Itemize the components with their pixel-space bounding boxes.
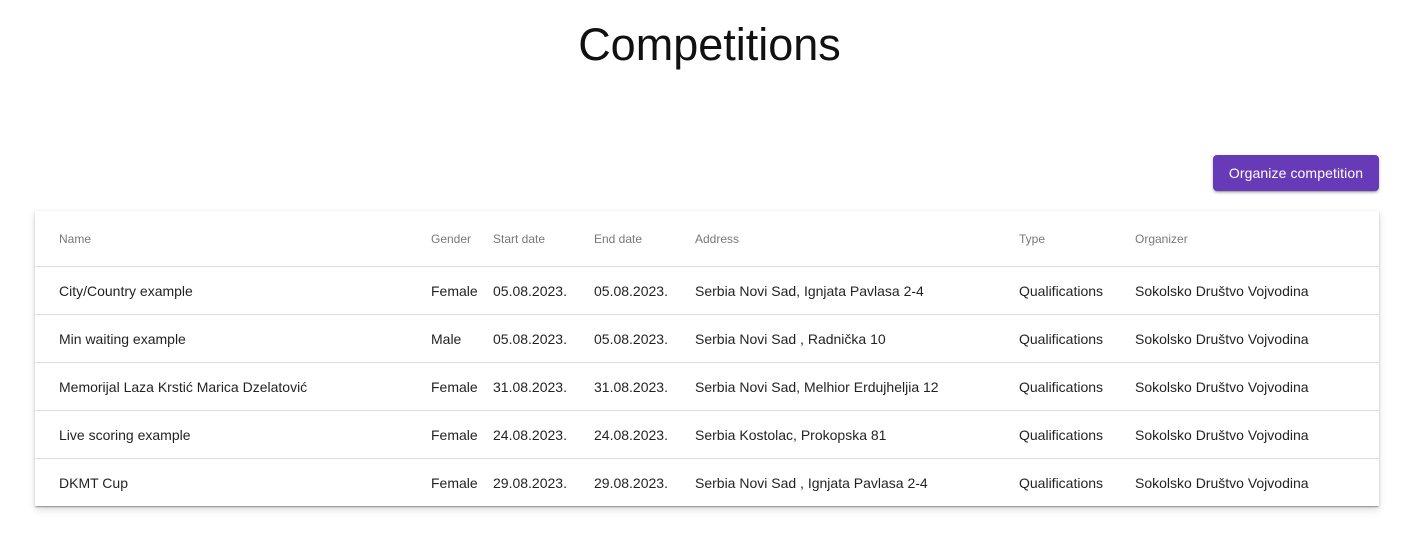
cell-end-date: 05.08.2023.	[594, 266, 695, 315]
cell-end-date: 31.08.2023.	[594, 362, 695, 411]
cell-start-date: 24.08.2023.	[493, 410, 594, 459]
cell-start-date: 31.08.2023.	[493, 362, 594, 411]
cell-type: Qualifications	[1019, 474, 1104, 491]
organize-competition-button[interactable]: Organize competition	[1213, 155, 1379, 191]
cell-address: Serbia Novi Sad , Ignjata Pavlasa 2-4	[695, 474, 928, 491]
table-row[interactable]: DKMT Cup Female 29.08.2023. 29.08.2023. …	[35, 459, 1379, 507]
cell-gender: Female	[431, 362, 493, 411]
header-start-date: Start date	[493, 211, 594, 267]
cell-end-date: 24.08.2023.	[594, 410, 695, 459]
page-title: Competitions	[578, 19, 841, 70]
cell-gender: Female	[431, 474, 478, 491]
header-end-date: End date	[594, 211, 695, 267]
cell-end-date: 29.08.2023.	[594, 474, 668, 491]
cell-organizer: Sokolsko Društvo Vojvodina	[1135, 266, 1379, 315]
cell-name: City/Country example	[35, 266, 431, 315]
cell-address: Serbia Kostolac, Prokopska 81	[695, 410, 1019, 459]
competitions-page: Competitions Organize competition Name G…	[0, 0, 1419, 543]
cell-name: DKMT Cup	[59, 474, 128, 491]
cell-organizer: Sokolsko Društvo Vojvodina	[1135, 474, 1309, 491]
cell-address: Serbia Novi Sad , Radnička 10	[695, 314, 1019, 363]
table-row[interactable]: Memorijal Laza Krstić Marica Dzelatović …	[35, 362, 1379, 411]
cell-address: Serbia Novi Sad, Melhior Erdujheljia 12	[695, 362, 1019, 411]
cell-organizer: Sokolsko Društvo Vojvodina	[1135, 410, 1379, 459]
cell-type: Qualifications	[1019, 410, 1135, 459]
cell-name: Memorijal Laza Krstić Marica Dzelatović	[35, 362, 431, 411]
header-organizer: Organizer	[1135, 211, 1379, 267]
cell-start-date: 05.08.2023.	[493, 266, 594, 315]
cell-name: Min waiting example	[35, 314, 431, 363]
cell-organizer: Sokolsko Društvo Vojvodina	[1135, 362, 1379, 411]
cell-type: Qualifications	[1019, 362, 1135, 411]
table-row[interactable]: City/Country example Female 05.08.2023. …	[35, 266, 1379, 315]
header-type: Type	[1019, 211, 1135, 267]
cell-gender: Male	[431, 314, 493, 363]
header-address: Address	[695, 211, 1019, 267]
cell-gender: Female	[431, 266, 493, 315]
cell-type: Qualifications	[1019, 314, 1135, 363]
cell-name: Live scoring example	[35, 410, 431, 459]
cell-end-date: 05.08.2023.	[594, 314, 695, 363]
cell-start-date: 29.08.2023.	[493, 474, 567, 491]
cell-address: Serbia Novi Sad, Ignjata Pavlasa 2-4	[695, 266, 1019, 315]
table-row[interactable]: Min waiting example Male 05.08.2023. 05.…	[35, 314, 1379, 363]
cell-gender: Female	[431, 410, 493, 459]
header-gender: Gender	[431, 211, 493, 267]
competitions-table-card: Name Gender Start date End date Address …	[35, 211, 1379, 506]
cell-type: Qualifications	[1019, 266, 1135, 315]
cell-organizer: Sokolsko Društvo Vojvodina	[1135, 314, 1379, 363]
cell-start-date: 05.08.2023.	[493, 314, 594, 363]
table-row[interactable]: Live scoring example Female 24.08.2023. …	[35, 410, 1379, 459]
header-name: Name	[35, 211, 431, 267]
competitions-table: Name Gender Start date End date Address …	[35, 211, 1379, 506]
table-header-row: Name Gender Start date End date Address …	[35, 211, 1379, 267]
